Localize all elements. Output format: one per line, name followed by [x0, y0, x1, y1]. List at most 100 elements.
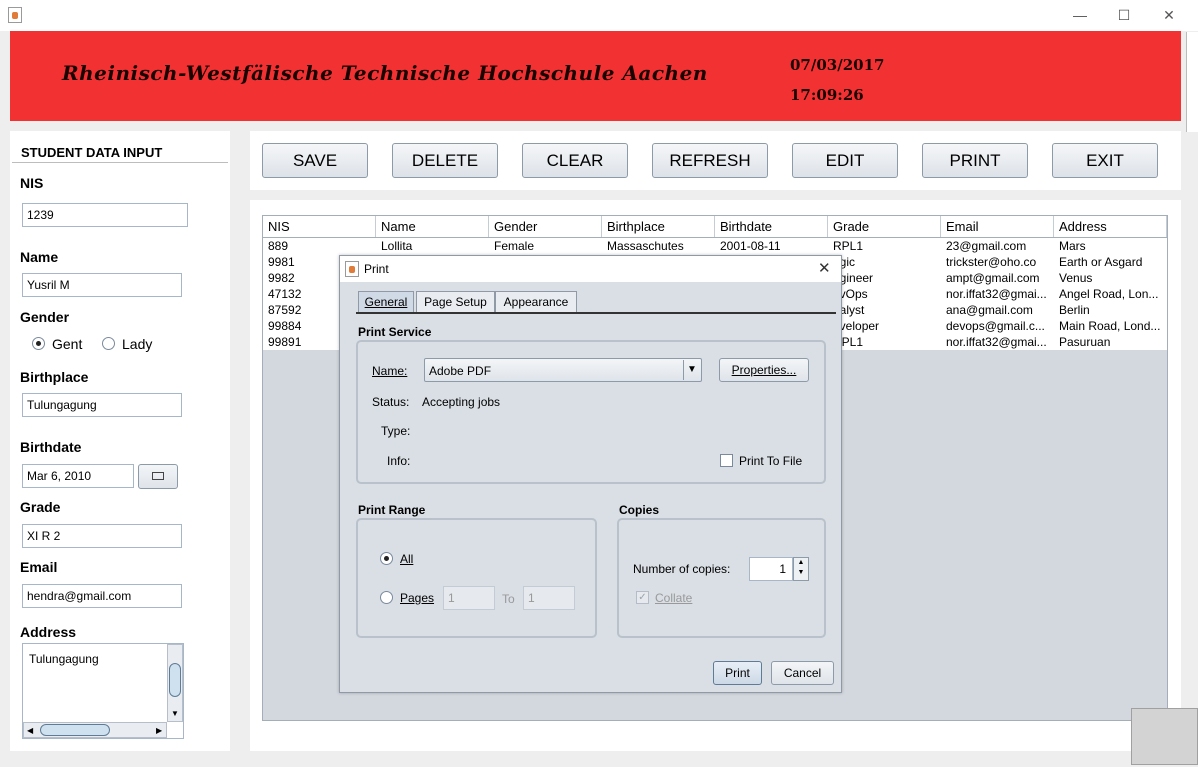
copies-group: Number of copies: 1 ▲ ▼ ✓ Collate [617, 518, 826, 638]
hscroll-thumb[interactable] [40, 724, 110, 736]
exit-button[interactable]: EXIT [1052, 143, 1158, 178]
window-edge [1186, 32, 1198, 132]
collate-label: Collate [655, 591, 693, 605]
table-cell-grade: agic [833, 255, 856, 269]
save-button[interactable]: SAVE [262, 143, 368, 178]
floating-widget [1131, 708, 1198, 765]
maximize-icon[interactable]: ☐ [1113, 5, 1135, 25]
address-textarea[interactable]: Tulungagung ▼ ◀ ▶ [22, 643, 184, 739]
collate-checkbox[interactable]: ✓ [636, 591, 649, 604]
range-pages-radio[interactable] [380, 591, 393, 604]
university-title: Rheinisch-Westfälische Technische Hochsc… [62, 61, 708, 85]
copies-spinner-field[interactable]: 1 [749, 557, 793, 581]
header-banner: Rheinisch-Westfälische Technische Hochsc… [10, 31, 1181, 121]
table-cell-email: 23@gmail.com [946, 239, 1027, 253]
table-cell-address: Venus [1059, 271, 1093, 285]
pages-from-field[interactable]: 1 [443, 586, 495, 610]
gender-lady-radio[interactable] [102, 337, 115, 350]
nis-field[interactable]: 1239 [22, 203, 188, 227]
scroll-down-icon[interactable]: ▼ [171, 709, 179, 718]
birthdate-field[interactable]: Mar 6, 2010 [22, 464, 134, 488]
delete-button[interactable]: DELETE [392, 143, 498, 178]
address-vertical-scrollbar[interactable]: ▼ [167, 644, 183, 722]
close-icon[interactable]: ✕ [1158, 5, 1180, 25]
tab-divider [356, 312, 836, 314]
tab-page-setup-label: Page Setup [424, 295, 487, 309]
table-cell-grade: evOps [833, 287, 868, 301]
print-service-label: Print Service [358, 325, 432, 339]
divider [12, 162, 228, 163]
edit-button[interactable]: EDIT [792, 143, 898, 178]
print-to-file-checkbox[interactable] [720, 454, 733, 467]
print-to-file-label: Print To File [739, 454, 803, 468]
printer-name-label: Name: [372, 364, 408, 378]
printer-select[interactable]: Adobe PDF ▼ [424, 358, 702, 382]
table-cell-address: Angel Road, Lon... [1059, 287, 1159, 301]
printer-select-value: Adobe PDF [429, 364, 492, 378]
scroll-thumb[interactable] [169, 663, 181, 697]
email-label: Email [20, 559, 58, 575]
pages-to-label: To [502, 592, 515, 606]
column-header-nis[interactable]: NIS [263, 216, 376, 237]
table-cell-gender: Female [494, 239, 535, 253]
chevron-down-icon[interactable]: ▼ [683, 360, 700, 380]
name-label: Name [20, 249, 59, 265]
column-header-grade[interactable]: Grade [828, 216, 941, 237]
status-value: Accepting jobs [422, 395, 501, 409]
column-header-birthplace[interactable]: Birthplace [602, 216, 715, 237]
copies-stepper[interactable]: ▲ ▼ [793, 557, 809, 581]
table-cell-email: ana@gmail.com [946, 303, 1033, 317]
scroll-left-icon[interactable]: ◀ [27, 726, 33, 735]
birthplace-field[interactable]: Tulungagung [22, 393, 182, 417]
gender-label: Gender [20, 309, 70, 325]
print-confirm-button[interactable]: Print [713, 661, 762, 685]
table-cell-grade: ngineer [833, 271, 874, 285]
table-cell-nis: 889 [268, 239, 289, 253]
java-app-icon [8, 7, 22, 23]
range-pages-label: Pages [400, 591, 435, 605]
range-all-radio[interactable] [380, 552, 393, 565]
refresh-button[interactable]: REFRESH [652, 143, 768, 178]
table-row[interactable]: 889 Lollita Female Massaschutes 2001-08-11 RP… [263, 238, 1167, 254]
tab-general[interactable]: General [358, 291, 414, 313]
tab-appearance[interactable]: Appearance [495, 291, 577, 313]
print-dialog-titlebar: Print ✕ [340, 256, 841, 282]
column-header-address[interactable]: Address [1054, 216, 1167, 237]
table-cell-address: Berlin [1059, 303, 1090, 317]
column-header-name[interactable]: Name [376, 216, 489, 237]
print-button[interactable]: PRINT [922, 143, 1028, 178]
tab-general-label: General [364, 295, 408, 309]
email-field[interactable]: hendra@gmail.com [22, 584, 182, 608]
table-cell-address: Earth or Asgard [1059, 255, 1143, 269]
cancel-button[interactable]: Cancel [771, 661, 834, 685]
dialog-close-icon[interactable]: ✕ [818, 259, 831, 277]
column-header-birthdate[interactable]: Birthdate [715, 216, 828, 237]
tab-appearance-label: Appearance [503, 295, 569, 309]
properties-button[interactable]: Properties... [719, 358, 809, 382]
scroll-right-icon[interactable]: ▶ [156, 726, 162, 735]
column-header-gender[interactable]: Gender [489, 216, 602, 237]
grade-label: Grade [20, 499, 61, 515]
column-header-email[interactable]: Email [941, 216, 1054, 237]
clear-button[interactable]: CLEAR [522, 143, 628, 178]
address-horizontal-scrollbar[interactable]: ◀ ▶ [23, 722, 167, 738]
student-form-panel: STUDENT DATA INPUT NIS 1239 Name Yusril … [10, 131, 230, 751]
calendar-icon [152, 472, 164, 480]
increment-icon[interactable]: ▲ [794, 558, 808, 568]
java-dialog-icon [345, 261, 359, 277]
gender-gent-radio[interactable] [32, 337, 45, 350]
range-all-label: All [400, 552, 414, 566]
table-cell-birthplace: Massaschutes [607, 239, 684, 253]
birthdate-label: Birthdate [20, 439, 82, 455]
tab-page-setup[interactable]: Page Setup [416, 291, 495, 313]
calendar-button[interactable] [138, 464, 178, 489]
pages-to-field[interactable]: 1 [523, 586, 575, 610]
grade-field[interactable]: XI R 2 [22, 524, 182, 548]
decrement-icon[interactable]: ▼ [794, 568, 808, 578]
name-field[interactable]: Yusril M [22, 273, 182, 297]
table-cell-address: Mars [1059, 239, 1086, 253]
minimize-icon[interactable]: — [1069, 5, 1091, 25]
table-cell-name: Lollita [381, 239, 413, 253]
birthplace-label: Birthplace [20, 369, 89, 385]
form-title: STUDENT DATA INPUT [21, 145, 163, 160]
